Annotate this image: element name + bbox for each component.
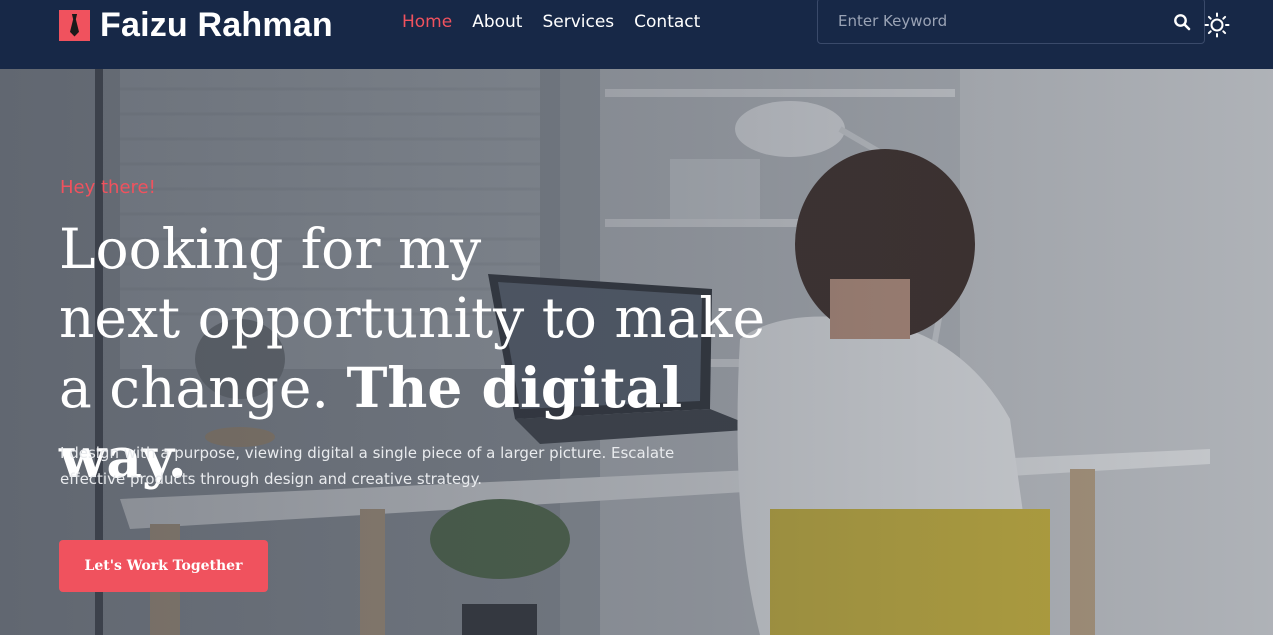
headline-line-1: Looking for my	[59, 217, 482, 281]
hero-eyebrow: Hey there!	[60, 177, 156, 198]
brand-name[interactable]: Faizu Rahman	[100, 6, 333, 45]
hero-description: I design with a purpose, viewing digital…	[60, 444, 675, 488]
site-header: Faizu Rahman Home About Services Contact	[0, 0, 1273, 69]
sun-icon[interactable]	[1204, 12, 1230, 38]
headline-line-3: a change.	[59, 356, 347, 420]
lets-work-together-button[interactable]: Let's Work Together	[59, 540, 268, 592]
hero-section: Hey there! Looking for my next opportuni…	[0, 69, 1273, 635]
brand[interactable]: Faizu Rahman	[59, 5, 333, 45]
tie-logo-icon	[59, 9, 90, 41]
search-icon[interactable]	[1173, 13, 1191, 31]
headline-line-2: next opportunity to make	[59, 286, 766, 350]
main-nav: Home About Services Contact	[402, 12, 720, 32]
search-box	[817, 0, 1205, 44]
nav-contact[interactable]: Contact	[634, 12, 700, 32]
nav-home[interactable]: Home	[402, 12, 452, 32]
search-input[interactable]	[818, 0, 1158, 43]
nav-services[interactable]: Services	[542, 12, 614, 32]
nav-about[interactable]: About	[472, 12, 522, 32]
